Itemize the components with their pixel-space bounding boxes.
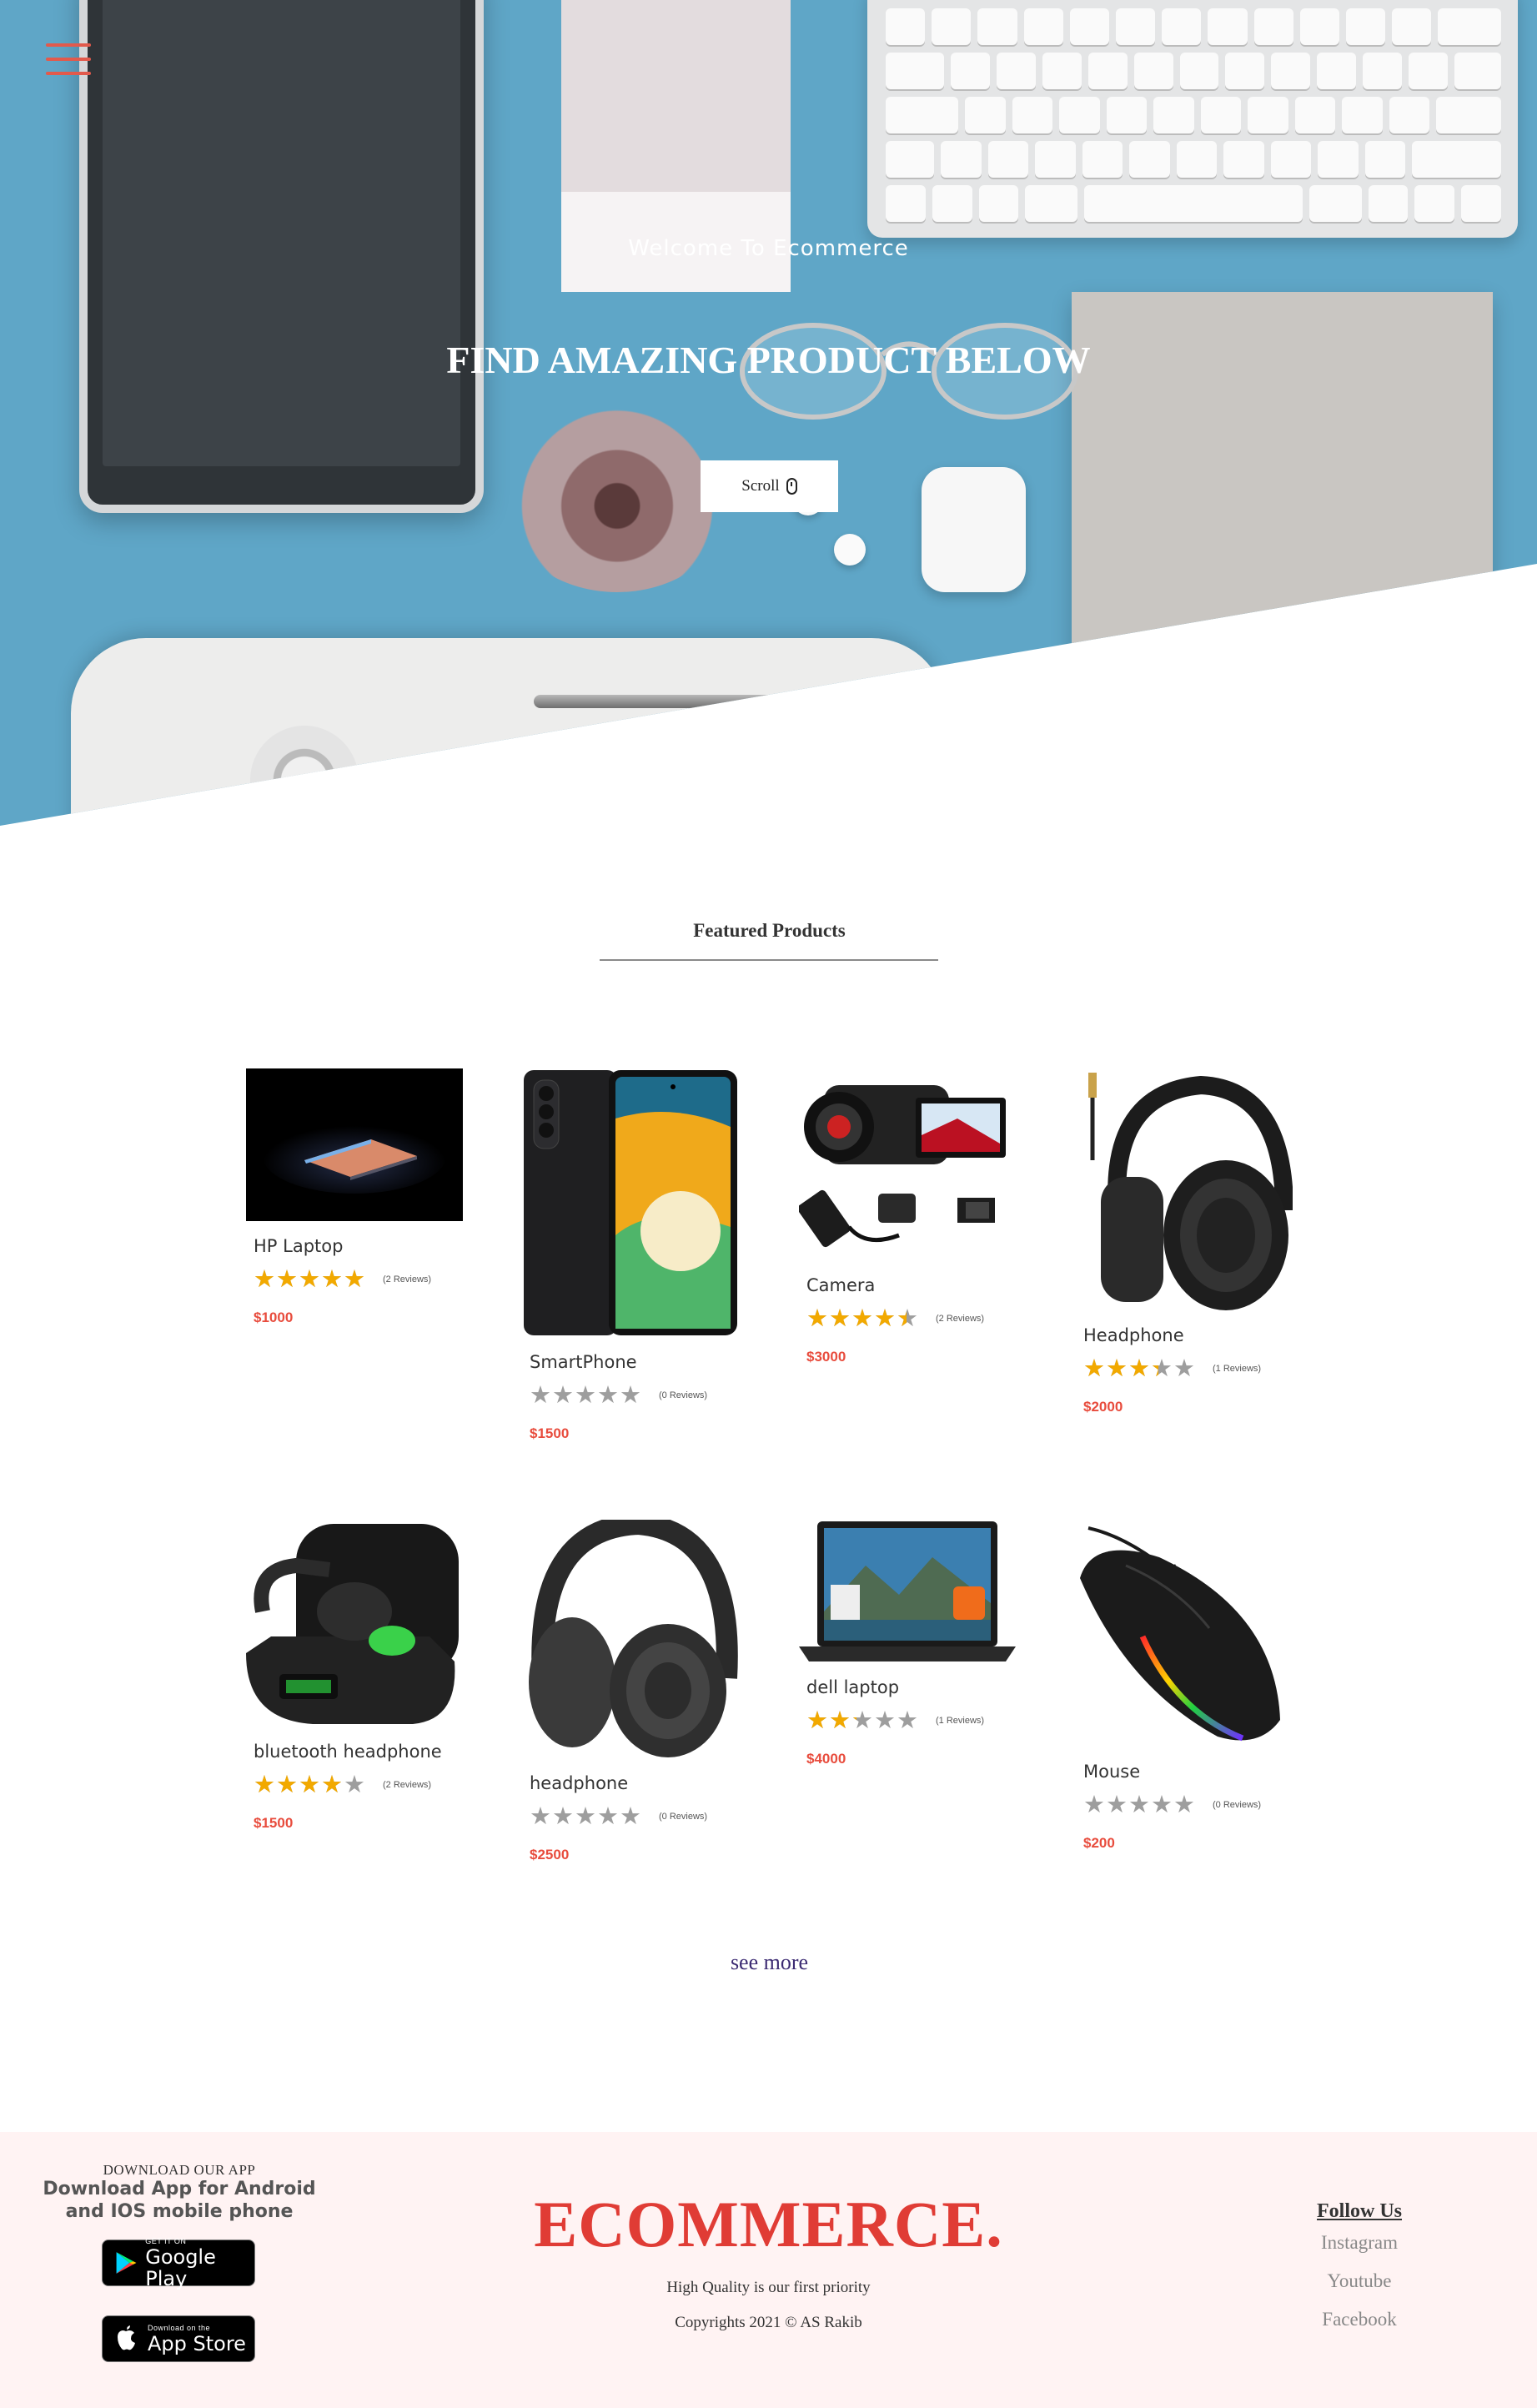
google-play-big-text: Google Play <box>145 2245 216 2290</box>
airpod-illustration <box>834 534 866 566</box>
product-price: $1500 <box>530 1425 570 1441</box>
star-rating-icon: ★★★★★★★★★★ <box>530 1382 642 1409</box>
hero-title: FIND AMAZING PRODUCT BELOW <box>446 339 1091 381</box>
google-play-button[interactable]: GET IT ON Google Play <box>102 2236 255 2290</box>
app-store-button[interactable]: Download on the App Store <box>102 2315 255 2362</box>
star-rating-icon: ★★★★★★★★★★ <box>254 1772 366 1798</box>
product-image <box>799 1520 1016 1662</box>
product-image <box>1076 1068 1293 1310</box>
product-image <box>522 1068 739 1337</box>
product-rating: ★★★★★★★★★★ (0 Reviews) <box>1083 1793 1293 1817</box>
product-rating: ★★★★★★★★★★ (2 Reviews) <box>254 1773 463 1797</box>
star-rating-icon: ★★★★★★★★★★ <box>806 1707 919 1734</box>
product-price: $200 <box>1083 1835 1115 1851</box>
hero-welcome-text: Welcome To Ecommerce <box>628 236 909 261</box>
product-name: HP Laptop <box>254 1236 344 1256</box>
product-card[interactable]: headphone ★★★★★★★★★★ (0 Reviews) $2500 <box>522 1520 739 1863</box>
star-rating-icon: ★★★★★★★★★★ <box>806 1305 919 1332</box>
app-store-small-text: Download on the <box>148 2323 211 2332</box>
download-text: Download App for Android and IOS mobile … <box>43 2179 316 2222</box>
app-store-big-text: App Store <box>148 2331 246 2355</box>
hero-banner <box>0 0 1537 826</box>
product-name: Mouse <box>1083 1762 1141 1782</box>
brand-name: ECOMMERCE. <box>534 2188 1003 2260</box>
product-image <box>246 1520 463 1727</box>
scroll-button[interactable]: Scroll <box>701 460 838 512</box>
review-count: (0 Reviews) <box>659 1812 708 1822</box>
featured-heading: Featured Products <box>693 920 846 941</box>
facebook-link[interactable]: Facebook <box>1276 2309 1443 2330</box>
star-rating-icon: ★★★★★★★★★★ <box>1083 1792 1196 1818</box>
star-rating-icon: ★★★★★★★★★★ <box>254 1266 366 1293</box>
product-card[interactable]: SmartPhone ★★★★★★★★★★ (0 Reviews) $1500 <box>522 1068 739 1442</box>
review-count: (0 Reviews) <box>659 1390 708 1400</box>
product-image <box>1076 1520 1293 1747</box>
product-name: headphone <box>530 1773 629 1793</box>
tray-knob-illustration <box>250 726 359 826</box>
product-price: $4000 <box>806 1751 846 1767</box>
tray-illustration <box>71 638 947 826</box>
product-card[interactable]: HP Laptop ★★★★★ ★★★★★ (2 Reviews) $1000 <box>246 1068 463 1326</box>
succulent-illustration <box>500 400 734 592</box>
product-price: $1000 <box>254 1310 294 1325</box>
youtube-link[interactable]: Youtube <box>1276 2270 1443 2292</box>
product-image <box>246 1068 463 1221</box>
google-play-icon <box>116 2252 137 2274</box>
product-name: Headphone <box>1083 1325 1184 1345</box>
product-card[interactable]: bluetooth headphone ★★★★★★★★★★ (2 Review… <box>246 1520 463 1832</box>
airpods-case-illustration <box>922 467 1026 592</box>
product-card[interactable]: Headphone ★★★★★★★★★★ (1 Reviews) $2000 <box>1076 1068 1293 1415</box>
product-image <box>522 1520 739 1758</box>
review-count: (2 Reviews) <box>936 1314 985 1324</box>
review-count: (1 Reviews) <box>1213 1364 1262 1374</box>
product-price: $2500 <box>530 1847 570 1863</box>
star-rating-icon: ★★★★★★★★★★ <box>530 1803 642 1830</box>
instagram-link[interactable]: Instagram <box>1276 2232 1443 2254</box>
product-card[interactable]: Camera ★★★★★★★★★★ (2 Reviews) $3000 <box>799 1068 1016 1365</box>
product-rating: ★★★★★★★★★★ (0 Reviews) <box>530 1382 739 1409</box>
product-image <box>799 1068 1016 1260</box>
product-rating: ★★★★★★★★★★ (2 Reviews) <box>254 1266 463 1293</box>
product-name: bluetooth headphone <box>254 1742 442 1762</box>
mouse-icon <box>786 478 797 495</box>
follow-us-heading: Follow Us <box>1317 2200 1402 2222</box>
apple-icon <box>118 2325 135 2350</box>
product-name: SmartPhone <box>530 1352 637 1372</box>
review-count: (2 Reviews) <box>383 1780 432 1790</box>
google-play-small-text: GET IT ON <box>145 2236 187 2245</box>
product-name: dell laptop <box>806 1677 900 1697</box>
review-count: (1 Reviews) <box>936 1716 985 1726</box>
product-rating: ★★★★★★★★★★ (1 Reviews) <box>1083 1355 1293 1382</box>
product-card[interactable]: dell laptop ★★★★★★★★★★ (1 Reviews) $4000 <box>799 1520 1016 1767</box>
product-rating: ★★★★★★★★★★ (0 Reviews) <box>530 1803 739 1830</box>
product-price: $1500 <box>254 1815 294 1831</box>
brand-tagline: High Quality is our first priority <box>666 2279 871 2296</box>
product-card[interactable]: Mouse ★★★★★★★★★★ (0 Reviews) $200 <box>1076 1520 1293 1852</box>
keyboard-illustration <box>867 0 1518 238</box>
copyright-text: Copyrights 2021 © AS Rakib <box>675 2314 862 2331</box>
download-heading: DOWNLOAD OUR APP <box>103 2162 256 2178</box>
product-rating: ★★★★★★★★★★ (2 Reviews) <box>806 1305 1016 1332</box>
product-rating: ★★★★★★★★★★ (1 Reviews) <box>806 1707 1016 1734</box>
pen-illustration <box>534 695 884 708</box>
review-count: (2 Reviews) <box>383 1274 432 1284</box>
hamburger-menu-icon[interactable] <box>46 43 91 85</box>
see-more-link[interactable]: see more <box>684 1950 855 1975</box>
star-rating-icon: ★★★★★★★★★★ <box>1083 1355 1196 1382</box>
featured-underline <box>600 959 938 961</box>
product-price: $2000 <box>1083 1399 1123 1415</box>
scroll-label: Scroll <box>741 477 780 495</box>
review-count: (0 Reviews) <box>1213 1800 1262 1810</box>
product-price: $3000 <box>806 1349 846 1365</box>
product-name: Camera <box>806 1275 876 1295</box>
